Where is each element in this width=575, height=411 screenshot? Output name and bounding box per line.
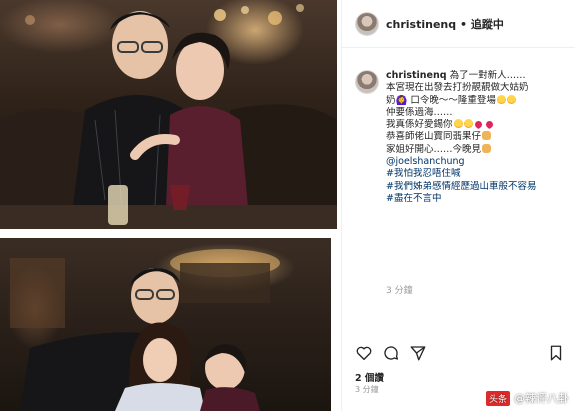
caption-body: christinenq 為了一對新人…… 本宮現在出發去打扮靚靚做大姑奶 奶🙆‍♀… xyxy=(386,70,570,205)
watermark-badge: 头条 xyxy=(485,390,510,406)
user-avatar[interactable] xyxy=(355,12,379,36)
post-header: christinenq • 追蹤中 xyxy=(342,0,575,48)
heart-emoji-icon xyxy=(484,119,494,130)
header-username[interactable]: christinenq xyxy=(386,18,456,31)
caption-text: 仲要係過海…… xyxy=(386,106,453,118)
caption-text: 奶🙆‍♀️ 口令晚～～隆重登場 xyxy=(386,94,496,106)
header-user-line: christinenq • 追蹤中 xyxy=(386,16,504,32)
smile-emoji-icon xyxy=(463,119,473,129)
caption-line: 我真係好愛錫你 xyxy=(386,119,570,131)
grin-emoji-icon xyxy=(496,94,506,104)
photo-divider xyxy=(0,229,337,238)
caption-text: 家姐好開心……今晚見 xyxy=(386,143,482,155)
likes-count[interactable]: 2 個讚 xyxy=(355,370,384,384)
caption-line: 恭喜師佬山寶同翡果仔 xyxy=(386,131,570,143)
caption-line: 仲要係過海…… xyxy=(386,107,570,119)
photo-top-scene xyxy=(0,4,337,229)
caption-text: 本宮現在出發去打扮靚靚做大姑奶 xyxy=(386,82,529,94)
caption-line: 家姐好開心……今晚見 xyxy=(386,143,570,156)
thumbs-up-emoji-icon xyxy=(482,143,492,153)
mention-link[interactable]: @joelshanchung xyxy=(386,156,570,168)
caption-text: 恭喜師佬山寶同翡果仔 xyxy=(386,131,482,143)
smile-emoji-icon xyxy=(453,119,463,129)
caption-text: 我真係好愛錫你 xyxy=(386,119,453,131)
post-actions xyxy=(342,344,575,368)
hashtag-link[interactable]: #我怕我忍唔住喊 xyxy=(386,168,570,180)
watermark-text: @辣评八卦 xyxy=(514,392,569,405)
bookmark-icon[interactable] xyxy=(547,344,565,362)
comment-icon[interactable] xyxy=(382,344,400,362)
caption-line: christinenq 為了一對新人…… xyxy=(386,70,570,82)
caption-avatar[interactable] xyxy=(355,70,379,94)
photo-bottom-scene xyxy=(10,249,280,411)
heart-emoji-icon xyxy=(473,119,483,130)
instagram-post-panel: christinenq • 追蹤中 christinenq 為了一對新人…… 本宮… xyxy=(341,0,575,411)
post-caption: christinenq 為了一對新人…… 本宮現在出發去打扮靚靚做大姑奶 奶🙆‍♀… xyxy=(342,58,575,308)
heart-icon[interactable] xyxy=(355,344,373,362)
post-photo-top[interactable] xyxy=(0,0,337,229)
post-date: 3 分鐘 xyxy=(355,385,379,394)
cheers-emoji-icon xyxy=(482,131,492,141)
caption-username[interactable]: christinenq xyxy=(386,70,447,81)
header-separator: • xyxy=(456,18,471,31)
post-photo-bottom[interactable] xyxy=(0,238,331,411)
caption-text: 為了一對新人…… xyxy=(449,70,526,81)
caption-line: 奶🙆‍♀️ 口令晚～～隆重登場 xyxy=(386,94,570,107)
caption-line: 本宮現在出發去打扮靚靚做大姑奶 xyxy=(386,82,570,94)
hashtag-link[interactable]: #我們姊弟感情經歷過山車般不容易 xyxy=(386,181,570,193)
source-watermark: 头条 @辣评八卦 xyxy=(485,389,569,407)
hashtag-link[interactable]: #盡在不言中 xyxy=(386,193,570,205)
follow-status-button[interactable]: 追蹤中 xyxy=(471,18,504,31)
caption-time-ago: 3 分鐘 xyxy=(386,286,413,296)
share-icon[interactable] xyxy=(409,344,427,362)
grin-emoji-icon xyxy=(506,94,516,104)
